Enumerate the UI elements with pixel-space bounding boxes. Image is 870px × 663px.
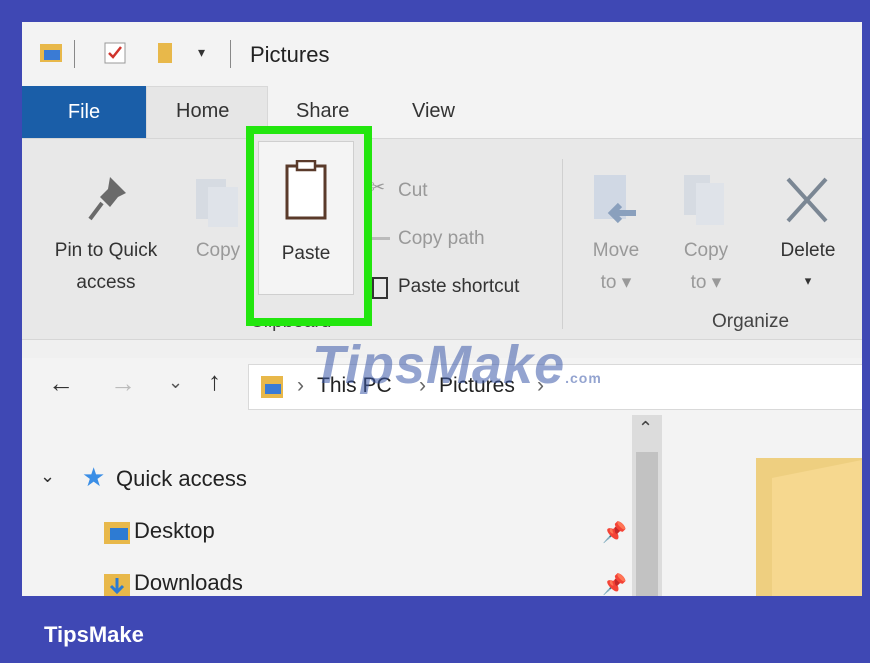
window-title: Pictures — [250, 42, 330, 67]
file-explorer-window: ▾ Pictures File Home Share View Pin to Q… — [22, 22, 862, 596]
paste-shortcut-label: Paste shortcut — [398, 276, 520, 297]
paste-shortcut-icon — [372, 277, 388, 299]
title-bar: ▾ Pictures — [22, 22, 862, 86]
tab-home[interactable]: Home — [176, 100, 229, 123]
quick-access-item[interactable]: Quick access — [116, 466, 247, 492]
copy-icon — [196, 179, 238, 227]
copy-to-button[interactable]: Copy to ▾ — [668, 159, 744, 309]
breadcrumb-separator-icon: › — [297, 374, 304, 397]
pin-to-quick-access-button[interactable]: Pin to Quick access — [36, 159, 176, 319]
folder-explorer-icon[interactable] — [38, 40, 66, 66]
copy-label: Copy — [195, 240, 241, 261]
pin-icon[interactable]: 📌 — [602, 572, 627, 596]
scrollbar-thumb[interactable] — [636, 452, 658, 596]
copy-path-label: Copy path — [398, 228, 485, 249]
move-to-label-line2: to ▾ — [600, 272, 632, 293]
tab-file[interactable]: File — [22, 86, 146, 138]
organize-group-label: Organize — [712, 311, 790, 332]
copy-button[interactable]: Copy — [182, 159, 252, 299]
copy-to-label-line2: to ▾ — [690, 272, 722, 293]
cut-label: Cut — [398, 180, 428, 201]
move-to-icon — [594, 175, 636, 224]
nav-item-label: Desktop — [134, 518, 215, 543]
up-arrow-icon[interactable]: ↑ — [208, 366, 221, 397]
paste-button[interactable]: Paste — [258, 141, 354, 295]
ribbon-divider — [562, 159, 563, 329]
recent-locations-chevron-icon[interactable]: ⌄ — [168, 372, 183, 393]
nav-item-desktop[interactable]: Desktop 📌 — [102, 516, 627, 550]
customize-toolbar-arrow-icon[interactable]: ▾ — [198, 44, 205, 61]
scroll-up-arrow-icon[interactable]: ⌃ — [638, 418, 653, 439]
ribbon: Pin to Quick access Copy ✂ Cut Copy path… — [22, 138, 862, 340]
delete-button[interactable]: Delete ▾ — [758, 159, 848, 309]
copy-to-label-line1: Copy — [683, 240, 729, 261]
footer-brand-label: TipsMake — [44, 622, 144, 647]
copy-to-icon — [684, 175, 724, 225]
scissors-icon: ✂ — [370, 177, 386, 197]
pin-icon[interactable]: 📌 — [602, 520, 627, 545]
paste-shortcut-button[interactable]: Paste shortcut — [370, 273, 560, 301]
pin-label-line1: Pin to Quick — [54, 240, 158, 261]
new-folder-icon[interactable] — [154, 40, 176, 66]
pin-label-line2: access — [76, 272, 136, 293]
star-icon: ★ — [82, 462, 106, 492]
quick-access-expand-chevron-icon[interactable]: ⌄ — [40, 466, 55, 487]
copy-path-icon — [372, 237, 390, 240]
tab-view[interactable]: View — [412, 100, 455, 123]
back-arrow-icon[interactable]: ← — [48, 368, 74, 399]
desktop-folder-icon — [104, 522, 130, 544]
paste-label: Paste — [281, 243, 331, 264]
nav-item-label: Downloads — [134, 570, 243, 595]
downloads-folder-icon — [104, 574, 130, 596]
move-to-button[interactable]: Move to ▾ — [578, 159, 654, 309]
copy-path-button[interactable]: Copy path — [370, 225, 550, 253]
tab-share[interactable]: Share — [296, 100, 349, 123]
delete-x-icon — [786, 177, 828, 223]
nav-item-downloads[interactable]: Downloads 📌 — [102, 568, 627, 596]
delete-dropdown-arrow-icon: ▾ — [804, 273, 812, 288]
properties-icon[interactable] — [102, 40, 128, 66]
forward-arrow-icon[interactable]: → — [110, 368, 136, 399]
pictures-folder-icon — [261, 376, 283, 398]
clipboard-icon — [285, 160, 327, 220]
watermark-logo: TipsMake.com — [312, 335, 602, 395]
cut-button[interactable]: ✂ Cut — [370, 177, 550, 205]
pin-icon — [88, 177, 126, 221]
delete-label: Delete — [780, 240, 836, 261]
folder-thumbnail-icon[interactable] — [756, 458, 862, 596]
move-to-label-line1: Move — [592, 240, 640, 261]
